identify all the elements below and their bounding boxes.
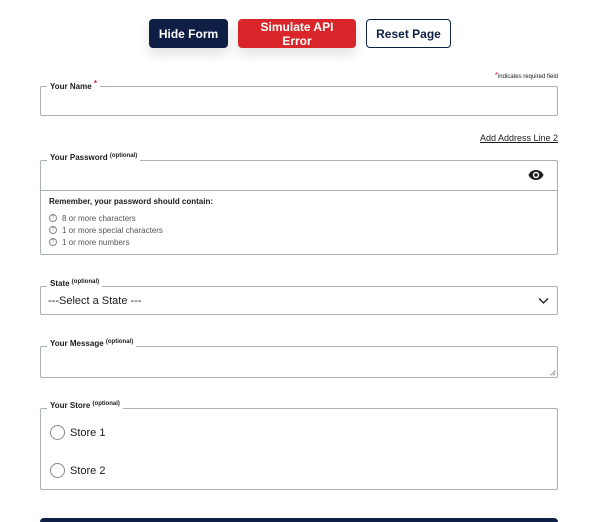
message-textarea[interactable]: Your Message (optional) xyxy=(40,339,558,378)
required-note-text: indicates required field xyxy=(497,74,558,80)
password-rule: ? 1 or more numbers xyxy=(49,236,549,248)
required-field-note: *indicates required field xyxy=(495,71,558,80)
name-required-mark: * xyxy=(93,79,97,88)
password-rule-text: 1 or more numbers xyxy=(62,237,130,247)
state-optional-text: (optional) xyxy=(71,279,100,285)
state-label-text: State xyxy=(50,279,70,288)
password-field: Your Password (optional) Remember, your … xyxy=(40,153,558,255)
question-circle-icon: ? xyxy=(49,214,57,222)
name-label: Your Name * xyxy=(47,79,100,91)
name-label-text: Your Name xyxy=(50,82,92,91)
message-label-text: Your Message xyxy=(50,339,104,348)
password-input[interactable] xyxy=(41,161,557,191)
password-rule-text: 1 or more special characters xyxy=(62,225,163,235)
store-option-2[interactable]: Store 2 xyxy=(50,463,105,478)
password-rules: Remember, your password should contain: … xyxy=(41,191,557,254)
state-label: State (optional) xyxy=(47,279,103,288)
password-rules-title: Remember, your password should contain: xyxy=(49,197,214,206)
store-radio-group: Your Store (optional) Store 1 Store 2 xyxy=(40,401,558,490)
action-button-row: Hide Form Simulate API Error Reset Page xyxy=(0,19,600,48)
chevron-down-icon xyxy=(538,298,549,304)
question-circle-icon: ? xyxy=(49,226,57,234)
question-circle-icon: ? xyxy=(49,238,57,246)
name-field[interactable]: Your Name * xyxy=(40,79,558,116)
password-rule-text: 8 or more characters xyxy=(62,213,136,223)
store-label: Your Store (optional) xyxy=(47,401,123,410)
message-label: Your Message (optional) xyxy=(47,339,137,348)
store-option-1[interactable]: Store 1 xyxy=(50,425,105,440)
password-rule: ? 1 or more special characters xyxy=(49,224,549,236)
radio-button[interactable] xyxy=(50,463,65,478)
simulate-api-error-button[interactable]: Simulate API Error xyxy=(238,19,356,48)
eye-icon[interactable] xyxy=(528,169,544,181)
message-optional-text: (optional) xyxy=(105,339,134,345)
radio-button[interactable] xyxy=(50,425,65,440)
submit-button-partial[interactable] xyxy=(40,518,558,522)
store-label-text: Your Store xyxy=(50,401,91,410)
radio-label: Store 2 xyxy=(70,464,106,477)
store-optional-text: (optional) xyxy=(92,401,120,407)
radio-label: Store 1 xyxy=(70,426,106,439)
state-selected-value: ---Select a State --- xyxy=(48,295,142,307)
form-page: Hide Form Simulate API Error Reset Page … xyxy=(0,0,600,522)
hide-form-button[interactable]: Hide Form xyxy=(149,19,228,48)
resize-handle-icon[interactable] xyxy=(550,370,556,376)
password-rule: ? 8 or more characters xyxy=(49,212,549,224)
reset-page-button[interactable]: Reset Page xyxy=(366,19,451,48)
state-select[interactable]: State (optional) ---Select a State --- xyxy=(40,279,558,315)
add-address-line-2-link[interactable]: Add Address Line 2 xyxy=(480,133,558,143)
password-optional-text: (optional) xyxy=(109,153,138,159)
